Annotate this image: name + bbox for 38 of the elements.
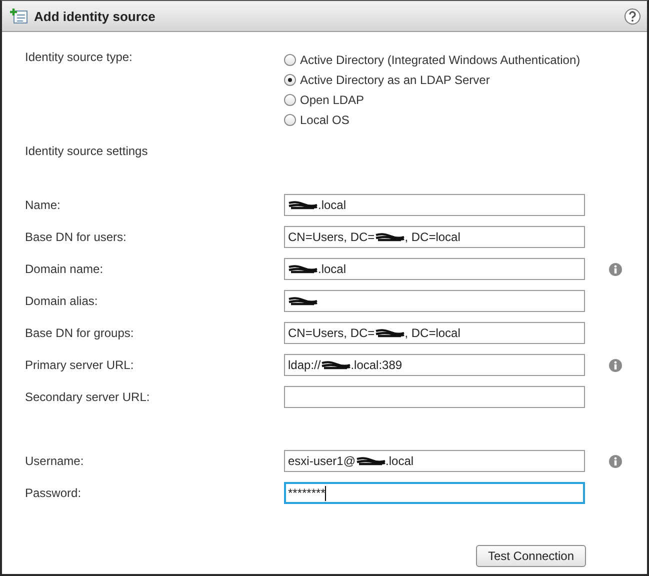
input-field[interactable]: CN=Users, DC= , DC=local	[284, 322, 585, 344]
field-label: Identity source type:	[25, 50, 134, 66]
input-field[interactable]: esxi-user1@ .local	[284, 450, 585, 472]
info-icon[interactable]	[609, 358, 622, 372]
redaction-scribble	[374, 328, 405, 338]
input-field[interactable]	[284, 290, 585, 312]
window-title: Add identity source	[34, 8, 156, 24]
field-label: Domain name:	[25, 262, 104, 276]
input-field[interactable]: CN=Users, DC= , DC=local	[284, 226, 585, 248]
redaction-scribble	[288, 200, 318, 210]
radio-option[interactable]: Active Directory (Integrated Windows Authentication)	[284, 52, 580, 68]
field-label: Secondary server URL:	[25, 390, 151, 404]
info-icon[interactable]	[609, 454, 622, 468]
redaction-scribble	[374, 232, 405, 242]
add-list-icon	[10, 8, 28, 24]
radio-option[interactable]: Open LDAP	[284, 92, 580, 108]
input-field[interactable]: ********	[284, 482, 585, 504]
radio-option[interactable]: Local OS	[284, 112, 580, 128]
info-icon[interactable]	[609, 262, 622, 276]
test-connection-button[interactable]: Test Connection	[476, 545, 586, 567]
field-label: Base DN for users:	[25, 230, 128, 244]
field-label: Username:	[25, 454, 85, 468]
field-label: Base DN for groups:	[25, 326, 135, 340]
redaction-scribble	[320, 360, 351, 370]
help-icon[interactable]	[624, 8, 641, 24]
radio-option[interactable]: Active Directory as an LDAP Server	[284, 72, 580, 88]
redaction-scribble	[288, 264, 318, 274]
redaction-scribble	[356, 456, 386, 466]
section-heading: Identity source settings	[25, 144, 149, 160]
field-label: Password:	[25, 486, 82, 500]
input-field[interactable]	[284, 386, 585, 408]
input-field[interactable]: .local	[284, 258, 585, 280]
field-label: Primary server URL:	[25, 358, 135, 372]
field-label: Name:	[25, 198, 62, 212]
input-field[interactable]: .local	[284, 194, 585, 216]
field-label: Domain alias:	[25, 294, 99, 308]
redaction-scribble	[288, 296, 318, 306]
input-field[interactable]: ldap:// .local:389	[284, 354, 585, 376]
